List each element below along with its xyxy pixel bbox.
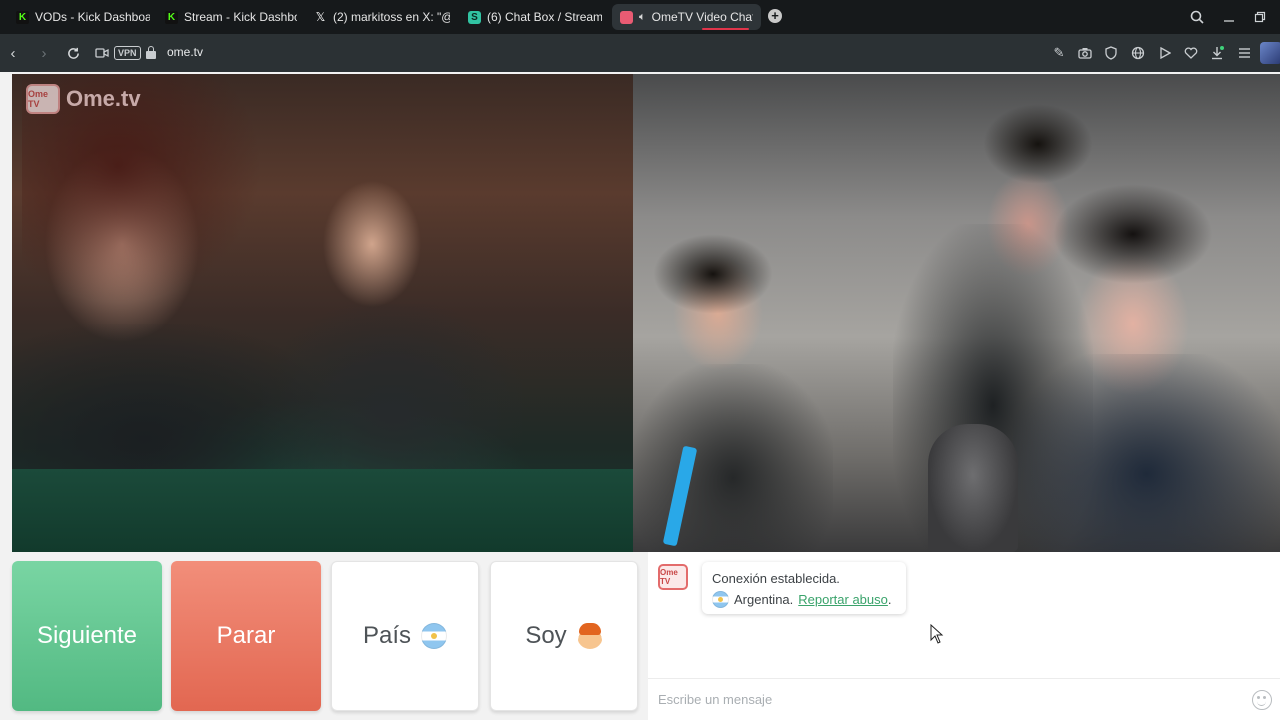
stranger-video: Ome TV Ome.tv [12,74,633,552]
connection-status: Conexión establecida. [712,571,840,586]
tab-streamlabs-chat[interactable]: S (6) Chat Box / Streamlabs [460,4,610,30]
gender-select-button[interactable]: Soy [490,561,638,711]
heart-icon[interactable] [1182,44,1200,62]
emoji-picker-icon[interactable] [1252,690,1272,710]
translate-icon[interactable] [1129,44,1147,62]
restore-icon[interactable] [1249,6,1271,28]
profile-avatar[interactable] [1260,42,1280,64]
chat-panel: Ome TV Conexión establecida. Argentina. … [648,552,1280,720]
argentina-flag-icon [421,623,448,649]
x-icon: 𝕏 [315,10,326,24]
tab-title: OmeTV Video Chat — [651,10,753,24]
self-video [633,74,1280,552]
message-input[interactable] [648,679,1244,720]
report-abuse-link[interactable]: Reportar abuso [798,592,888,607]
next-button[interactable]: Siguiente [12,561,162,711]
minimize-icon[interactable] [1218,6,1240,28]
forward-icon[interactable]: › [34,43,54,63]
new-tab-button[interactable]: + [768,9,782,23]
search-tabs-icon[interactable] [1186,6,1208,28]
tab-title: VODs - Kick Dashboard [35,10,150,24]
menu-icon[interactable] [1235,44,1253,62]
back-icon[interactable]: ‹ [3,43,23,63]
screenshot-camera-icon[interactable] [1076,44,1094,62]
next-button-label: Siguiente [36,622,138,649]
reload-icon[interactable] [63,43,83,63]
country-select-button[interactable]: País [331,561,479,711]
tab-x-markitoss[interactable]: 𝕏 (2) markitoss en X: "@bee [306,4,458,30]
vpn-badge[interactable]: VPN [114,46,141,60]
watermark-text: Ome.tv [66,86,141,111]
tab-ometv[interactable]: 🔈︎ OmeTV Video Chat — [612,4,761,30]
speaker-icon: 🔈︎ [639,10,646,23]
person-emoji-icon [576,623,603,649]
kick-icon: K [165,10,178,24]
camera-permission-icon[interactable] [92,43,112,63]
shield-icon[interactable] [1102,44,1120,62]
ometv-page: Ome TV Ome.tv Siguiente Parar País Soy O… [0,72,1280,720]
gender-button-label: Soy [525,622,567,649]
download-icon[interactable] [1208,44,1226,62]
browser-tab-bar: K VODs - Kick Dashboard K Stream - Kick … [0,0,1280,34]
tab-title: Stream - Kick Dashboard [184,10,297,24]
mouse-cursor-icon [930,624,944,644]
argentina-flag-icon [712,591,729,608]
lock-icon[interactable] [146,46,156,59]
tv-icon: Ome TV [26,84,60,114]
tab-title: (6) Chat Box / Streamlabs [487,10,602,24]
country-button-label: País [362,622,412,649]
ometv-watermark-logo: Ome TV Ome.tv [26,84,141,114]
address-bar: ‹ › VPN ome.tv ✎ [0,34,1280,72]
stop-button-label: Parar [216,622,276,649]
kick-icon: K [16,10,29,24]
tab-vods-kick[interactable]: K VODs - Kick Dashboard [8,4,158,30]
audio-playing-indicator [702,28,749,30]
url-field[interactable]: ome.tv [167,45,203,59]
play-icon[interactable] [1156,44,1174,62]
edit-icon[interactable]: ✎ [1050,44,1068,62]
system-message: Conexión establecida. Argentina. Reporta… [702,562,906,614]
ometv-icon [620,10,633,24]
tab-stream-kick[interactable]: K Stream - Kick Dashboard [157,4,305,30]
stop-button[interactable]: Parar [171,561,321,711]
tab-title: (2) markitoss en X: "@bee [333,10,450,24]
partner-country: Argentina. [734,592,794,607]
microphone [928,424,1018,552]
chat-input-bar [648,678,1280,720]
streamlabs-icon: S [468,10,481,24]
ometv-logo-icon: Ome TV [658,564,688,590]
